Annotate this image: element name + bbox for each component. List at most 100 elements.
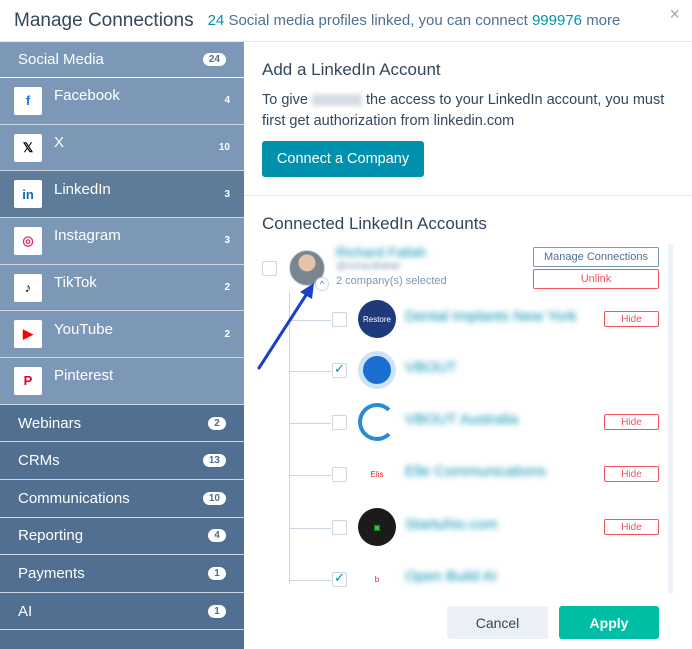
account-checkbox[interactable] bbox=[262, 261, 277, 276]
count-badge: 4 bbox=[208, 529, 226, 543]
tree-line bbox=[289, 423, 331, 424]
connected-accounts-title: Connected LinkedIn Accounts bbox=[262, 214, 487, 233]
company-name[interactable]: Dental Implants New York bbox=[405, 308, 577, 325]
modal-header: Manage Connections 24 Social media profi… bbox=[0, 0, 692, 42]
count-badge: 3 bbox=[224, 188, 230, 200]
count-badge: 10 bbox=[218, 142, 230, 154]
linked-count: 24 bbox=[207, 12, 225, 29]
sidebar-item-communications[interactable]: Communications 10 bbox=[0, 480, 244, 518]
selected-count: 2 company(s) selected bbox=[336, 275, 447, 287]
sidebar-item-payments[interactable]: Payments 1 bbox=[0, 555, 244, 593]
divider bbox=[244, 195, 692, 196]
connect-company-button[interactable]: Connect a Company bbox=[262, 141, 424, 177]
company-logo-icon: Elis bbox=[358, 455, 396, 493]
sidebar-item-label: CRMs bbox=[18, 452, 60, 470]
youtube-icon: ▶ bbox=[14, 320, 42, 349]
sidebar-item-label: AI bbox=[18, 602, 33, 620]
account-name: Richard Fallah bbox=[336, 244, 427, 260]
sidebar-item-label: Facebook bbox=[54, 87, 120, 105]
instagram-icon: ◎ bbox=[14, 226, 42, 255]
company-logo-icon: Restore bbox=[358, 300, 396, 338]
sidebar-item-social-media[interactable]: Social Media 24 bbox=[0, 42, 244, 78]
account-handle: @richardfallah bbox=[336, 261, 401, 272]
sidebar-item-label: X bbox=[54, 134, 65, 152]
company-checkbox[interactable] bbox=[332, 520, 347, 535]
sidebar-item-label: Reporting bbox=[18, 527, 84, 545]
sidebar-item-crms[interactable]: CRMs 13 bbox=[0, 442, 244, 480]
x-icon: 𝕏 bbox=[14, 133, 42, 162]
count-badge: 10 bbox=[202, 491, 226, 505]
redacted-text bbox=[311, 94, 362, 107]
sidebar-item-ai[interactable]: AI 1 bbox=[0, 592, 244, 631]
sidebar-item-pinterest[interactable]: P Pinterest bbox=[0, 358, 244, 405]
manage-connections-button[interactable]: Manage Connections bbox=[533, 247, 659, 267]
count-badge: 2 bbox=[224, 282, 230, 294]
sidebar-item-label: Payments bbox=[18, 564, 85, 582]
sidebar-item-tiktok[interactable]: ♪ TikTok 2 bbox=[0, 264, 244, 312]
close-icon[interactable]: × bbox=[669, 4, 680, 25]
summary-end: more bbox=[586, 12, 621, 29]
linkedin-icon: in bbox=[14, 180, 42, 209]
tree-line bbox=[289, 528, 331, 529]
sidebar-item-label: Webinars bbox=[18, 414, 82, 432]
sidebar-item-label: TikTok bbox=[54, 274, 97, 292]
cancel-button[interactable]: Cancel bbox=[447, 606, 548, 639]
connection-summary: 24 Social media profiles linked, you can… bbox=[208, 12, 621, 29]
sidebar-item-label: Instagram bbox=[54, 227, 121, 245]
tree-line bbox=[289, 475, 331, 476]
company-checkbox[interactable] bbox=[332, 467, 347, 482]
company-logo-icon bbox=[358, 351, 396, 389]
hide-button[interactable]: Hide bbox=[604, 519, 659, 535]
desc-part: To give bbox=[262, 92, 308, 108]
summary-text: Social media profiles linked, you can co… bbox=[228, 12, 528, 29]
company-checkbox[interactable] bbox=[332, 312, 347, 327]
tree-line bbox=[289, 320, 331, 321]
company-name[interactable]: VBOUT bbox=[405, 359, 457, 376]
sidebar-item-reporting[interactable]: Reporting 4 bbox=[0, 517, 244, 556]
sidebar-item-instagram[interactable]: ◎ Instagram 3 bbox=[0, 218, 244, 265]
count-badge: 2 bbox=[224, 328, 230, 340]
count-badge: 3 bbox=[224, 235, 230, 247]
main-panel: Add a LinkedIn Account To give the acces… bbox=[244, 42, 692, 649]
count-badge: 1 bbox=[208, 604, 226, 618]
tree-line bbox=[289, 292, 290, 584]
facebook-icon: f bbox=[14, 86, 42, 115]
count-badge: 1 bbox=[208, 566, 226, 580]
count-badge: 24 bbox=[202, 53, 226, 66]
remaining-count: 999976 bbox=[531, 12, 583, 29]
scrollbar[interactable] bbox=[668, 244, 673, 594]
sidebar: Social Media 24 f Facebook 4 𝕏 X 10 in LinkedIn… bbox=[0, 42, 244, 649]
company-checkbox[interactable] bbox=[332, 570, 347, 587]
company-checkbox[interactable] bbox=[332, 415, 347, 430]
tiktok-icon: ♪ bbox=[14, 273, 42, 302]
sidebar-item-linkedin[interactable]: in LinkedIn 3 bbox=[0, 171, 244, 219]
modal-title: Manage Connections bbox=[14, 9, 194, 31]
sidebar-item-webinars[interactable]: Webinars 2 bbox=[0, 404, 244, 443]
sidebar-item-label: YouTube bbox=[54, 320, 113, 338]
add-account-description: To give the access to your LinkedIn acco… bbox=[262, 90, 677, 132]
sidebar-item-x[interactable]: 𝕏 X 10 bbox=[0, 124, 244, 172]
apply-button[interactable]: Apply bbox=[559, 606, 659, 639]
hide-button[interactable]: Hide bbox=[604, 311, 659, 327]
company-name[interactable]: Open Build AI bbox=[405, 568, 497, 585]
add-account-title: Add a LinkedIn Account bbox=[262, 60, 441, 79]
sidebar-item-youtube[interactable]: ▶ YouTube 2 bbox=[0, 311, 244, 359]
company-logo-icon: ▣ bbox=[358, 508, 396, 546]
sidebar-item-label: LinkedIn bbox=[54, 180, 111, 198]
company-name[interactable]: Elle Communications bbox=[405, 463, 546, 480]
company-name[interactable]: Startuhio.com bbox=[405, 516, 498, 533]
count-badge: 4 bbox=[224, 95, 230, 107]
company-name[interactable]: VBOUT Australia bbox=[405, 411, 518, 428]
company-logo-icon bbox=[358, 403, 396, 441]
chevron-up-icon[interactable]: ^ bbox=[315, 277, 329, 291]
pinterest-icon: P bbox=[14, 366, 42, 395]
company-logo-icon: b bbox=[358, 560, 396, 598]
tree-line bbox=[289, 371, 331, 372]
hide-button[interactable]: Hide bbox=[604, 466, 659, 482]
company-checkbox[interactable] bbox=[332, 361, 347, 378]
sidebar-item-label: Pinterest bbox=[54, 367, 114, 385]
hide-button[interactable]: Hide bbox=[604, 414, 659, 430]
sidebar-item-label: Social Media bbox=[18, 51, 104, 68]
unlink-button[interactable]: Unlink bbox=[533, 269, 659, 289]
sidebar-item-facebook[interactable]: f Facebook 4 bbox=[0, 78, 244, 125]
